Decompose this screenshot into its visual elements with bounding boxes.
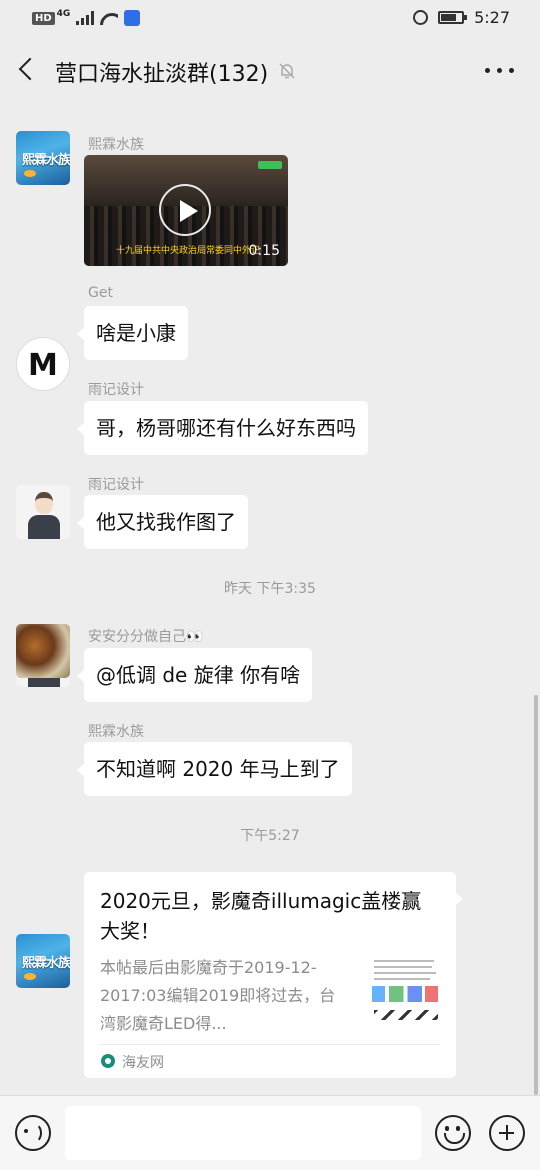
chat-title: 营口海水扯淡群(132) — [55, 62, 269, 87]
input-bar — [0, 1095, 540, 1170]
timestamp: 下午5:27 — [240, 828, 300, 844]
fish-icon — [24, 170, 36, 177]
fish-icon — [24, 973, 36, 980]
sender-name: 雨记设计 — [88, 477, 144, 493]
message-bubble[interactable]: 不知道啊 2020 年马上到了 — [77, 742, 352, 796]
emoji-icon[interactable] — [435, 1115, 471, 1151]
app-notification-icon — [124, 10, 141, 26]
plus-icon[interactable] — [489, 1115, 525, 1151]
m-logo-icon: M — [28, 348, 58, 383]
avatar[interactable] — [16, 624, 70, 678]
source-icon — [101, 1054, 115, 1068]
message-input[interactable] — [65, 1106, 421, 1160]
message-bubble[interactable]: 哥，杨哥哪还有什么好东西吗 — [77, 401, 368, 455]
more-options-icon[interactable] — [485, 68, 514, 73]
timestamp: 昨天 下午3:35 — [224, 581, 316, 597]
play-icon[interactable] — [159, 184, 211, 236]
battery-icon — [438, 11, 468, 24]
avatar[interactable]: 熙霖水族 — [16, 934, 70, 988]
chat-header: 营口海水扯淡群(132) — [0, 38, 540, 102]
sender-name: 熙霖水族 — [88, 724, 144, 740]
message-bubble[interactable]: 他又找我作图了 — [77, 495, 248, 549]
link-card-title: 2020元旦，影魔奇illumagic盖楼赢大奖！ — [100, 889, 422, 943]
avatar-logo-text: 熙霖水族 — [22, 153, 70, 168]
avatar[interactable]: M — [16, 337, 70, 391]
divider — [100, 1044, 440, 1045]
sender-name: 安安分分做自己👀 — [88, 629, 204, 645]
avatar-logo-text: 熙霖水族 — [22, 956, 70, 971]
channel-logo — [258, 161, 282, 169]
link-card[interactable]: 2020元旦，影魔奇illumagic盖楼赢大奖！ 本帖最后由影魔奇于2019-… — [84, 872, 463, 1078]
video-caption: 十九届中共中央政治局常委同中外记 — [116, 246, 261, 256]
video-message[interactable]: 十九届中共中央政治局常委同中外记 0:15 — [84, 155, 288, 266]
link-card-thumbnail — [368, 954, 442, 1028]
sender-name: 熙霖水族 — [88, 137, 144, 153]
network-type: 4G — [56, 9, 71, 19]
link-card-source: 海友网 — [122, 1055, 164, 1071]
wifi-icon — [100, 11, 118, 25]
sender-name: Get — [88, 285, 113, 301]
message-bubble[interactable]: 啥是小康 — [77, 306, 188, 360]
link-card-description: 本帖最后由影魔奇于2019-12-2017:03编辑2019即将过去，台湾影魔奇… — [100, 958, 336, 1033]
mute-bell-icon — [279, 63, 295, 79]
avatar[interactable] — [16, 485, 70, 539]
clock: 5:27 — [474, 8, 510, 27]
sender-name: 雨记设计 — [88, 382, 144, 398]
hd-badge: HD — [32, 11, 55, 25]
alarm-icon — [413, 10, 429, 25]
status-bar: HD 4G 5:27 — [0, 0, 540, 38]
voice-input-icon[interactable] — [15, 1115, 51, 1151]
message-bubble[interactable]: @低调 de 旋律 你有啥 — [76, 648, 313, 702]
video-duration: 0:15 — [248, 243, 280, 259]
back-icon[interactable] — [16, 58, 40, 82]
signal-icon — [76, 11, 95, 25]
avatar[interactable]: 熙霖水族 — [16, 131, 70, 185]
scrollbar[interactable] — [534, 695, 538, 1095]
